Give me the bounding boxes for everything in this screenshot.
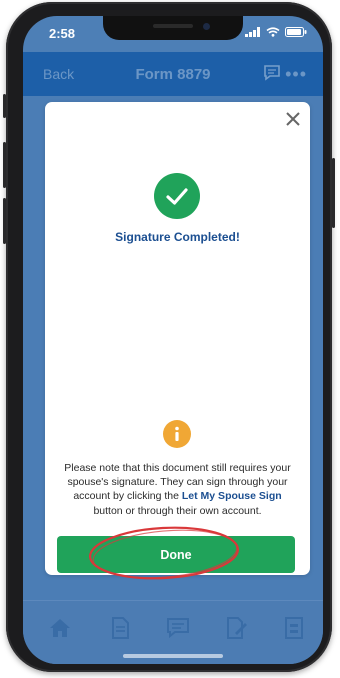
notch	[103, 16, 243, 40]
phone-frame: 2:58 Back Form 8879 ••• Signature Comple…	[3, 2, 335, 672]
note-text-end: button or through their own account.	[93, 504, 262, 517]
wifi-icon	[266, 27, 280, 37]
spouse-signature-note: Please note that this document still req…	[58, 461, 297, 518]
volume-up-button	[3, 142, 6, 188]
volume-down-button	[3, 198, 6, 244]
success-check-icon	[154, 173, 200, 219]
battery-icon	[285, 27, 307, 37]
app-header: Back Form 8879 •••	[23, 52, 323, 96]
home-indicator	[123, 654, 223, 658]
let-my-spouse-sign-link[interactable]: Let My Spouse Sign	[182, 490, 282, 502]
close-icon[interactable]	[284, 110, 302, 128]
chat-icon[interactable]	[263, 64, 281, 82]
status-time: 2:58	[49, 26, 76, 41]
screen: 2:58 Back Form 8879 ••• Signature Comple…	[23, 16, 323, 664]
info-icon	[163, 420, 191, 448]
more-icon[interactable]: •••	[285, 64, 307, 85]
document-icon[interactable]	[107, 615, 133, 641]
home-icon[interactable]	[47, 615, 73, 641]
sign-icon[interactable]	[223, 615, 249, 641]
signature-completed-dialog: Signature Completed! Please note that th…	[45, 102, 310, 575]
dialog-title: Signature Completed!	[115, 230, 240, 244]
chat-icon[interactable]	[165, 615, 191, 641]
signal-icon	[245, 27, 260, 37]
done-button[interactable]: Done	[57, 536, 295, 573]
silent-switch	[3, 94, 6, 118]
power-button	[332, 158, 335, 228]
forms-icon[interactable]	[281, 615, 307, 641]
